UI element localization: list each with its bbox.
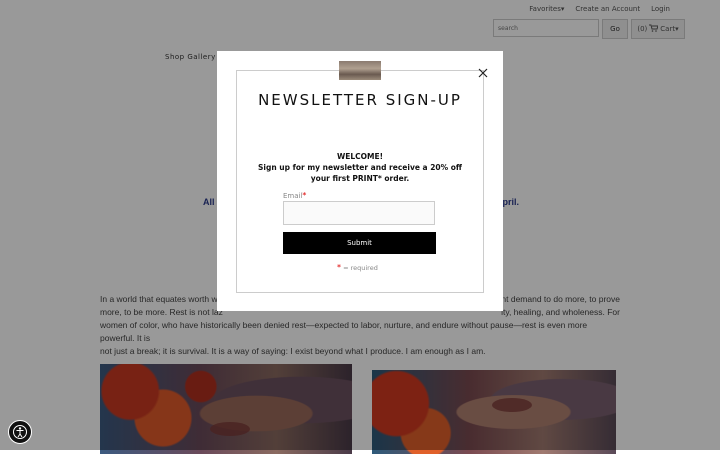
modal-welcome: WELCOME! Sign up for my newsletter and r… <box>250 151 470 184</box>
newsletter-modal: NEWSLETTER SIGN-UP WELCOME! Sign up for … <box>217 51 503 311</box>
required-note-text: = required <box>343 264 378 272</box>
required-asterisk: * <box>302 191 307 200</box>
modal-logo <box>339 61 381 80</box>
close-icon[interactable] <box>477 64 489 78</box>
accessibility-button[interactable] <box>8 420 32 444</box>
modal-title: NEWSLETTER SIGN-UP <box>258 91 462 109</box>
email-label: Email* <box>283 191 306 200</box>
email-field[interactable] <box>283 201 435 225</box>
welcome-line: Sign up for my newsletter and receive a … <box>257 163 462 172</box>
email-label-text: Email <box>283 192 303 200</box>
required-note: * = required <box>337 263 378 272</box>
welcome-heading: WELCOME! <box>336 152 384 161</box>
welcome-line: your first PRINT* order. <box>310 174 410 183</box>
accessibility-icon <box>13 425 27 439</box>
submit-button[interactable]: Submit <box>283 232 436 254</box>
required-asterisk: * <box>337 263 341 272</box>
